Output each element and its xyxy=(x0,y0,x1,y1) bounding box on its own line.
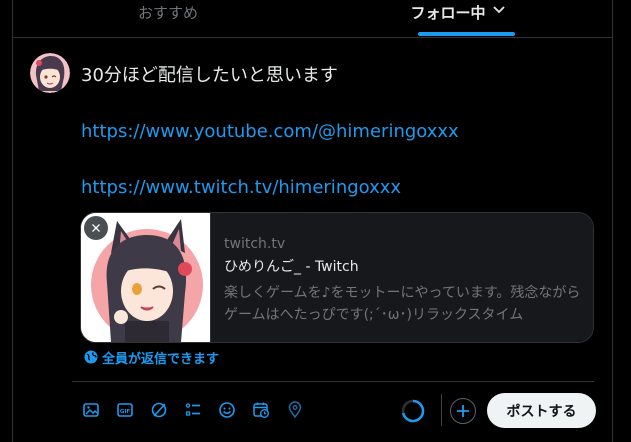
card-body: twitch.tv ひめりんご_ - Twitch 楽しくゲームを♪をモットーに… xyxy=(211,213,593,342)
tab-recommended[interactable]: おすすめ xyxy=(93,0,243,38)
toolbar-separator xyxy=(441,394,442,426)
grok-icon[interactable] xyxy=(146,396,180,424)
column-border-right xyxy=(612,0,613,442)
divider xyxy=(72,381,594,382)
post-button[interactable]: ポストする xyxy=(487,393,596,428)
image-icon[interactable] xyxy=(78,396,112,424)
svg-text:GIF: GIF xyxy=(120,409,131,415)
gif-icon[interactable]: GIF xyxy=(112,396,146,424)
avatar[interactable] xyxy=(30,53,70,93)
chevron-down-icon xyxy=(492,2,506,16)
schedule-icon[interactable] xyxy=(248,396,282,424)
add-icon[interactable] xyxy=(450,398,476,424)
card-title: ひめりんご_ - Twitch xyxy=(224,259,359,275)
reply-setting-label: 全員が返信できます xyxy=(102,351,220,367)
globe-icon xyxy=(84,350,98,364)
compose-blank-line xyxy=(81,90,591,118)
poll-icon[interactable] xyxy=(180,396,214,424)
youtube-link[interactable]: https://www.youtube.com/@himeringoxxx xyxy=(81,118,591,146)
link-preview-card[interactable]: twitch.tv ひめりんご_ - Twitch 楽しくゲームを♪をモットーに… xyxy=(80,212,594,343)
card-description: 楽しくゲームを♪をモットーにやっています。残念ながらゲームはへたっぴです(;´･… xyxy=(224,285,581,323)
character-count-ring xyxy=(400,398,426,424)
compose-toolbar: GIF xyxy=(78,396,316,424)
compose-blank-line xyxy=(81,146,591,174)
reply-setting-button[interactable]: 全員が返信できます xyxy=(84,347,219,367)
column-border-left xyxy=(12,0,13,442)
twitch-link[interactable]: https://www.twitch.tv/himeringoxxx xyxy=(81,174,591,202)
emoji-icon[interactable] xyxy=(214,396,248,424)
timeline-tabs: おすすめ フォロー中 xyxy=(13,0,612,38)
tab-recommended-label: おすすめ xyxy=(137,4,198,22)
location-icon[interactable] xyxy=(282,396,316,424)
tab-following-label: フォロー中 xyxy=(410,4,486,22)
close-icon[interactable] xyxy=(84,216,108,240)
compose-line-1: 30分ほど配信したいと思います xyxy=(81,65,338,86)
compose-text[interactable]: 30分ほど配信したいと思います https://www.youtube.com/… xyxy=(81,62,591,202)
active-tab-indicator xyxy=(418,32,515,36)
card-domain: twitch.tv xyxy=(224,236,286,252)
